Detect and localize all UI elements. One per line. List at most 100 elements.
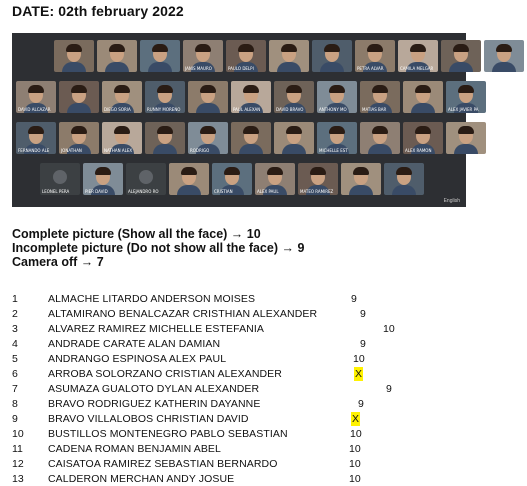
participant-tile[interactable] xyxy=(269,40,309,72)
participant-tile[interactable]: MATIAS BAR xyxy=(360,81,400,113)
student-name: ARROBA SOLORZANO CRISTIAN ALEXANDER xyxy=(48,368,282,380)
participant-tile[interactable]: MATEO RAMIREZ xyxy=(298,163,338,195)
participant-tile[interactable]: CAMILA MELGAR xyxy=(398,40,438,72)
participant-video xyxy=(415,126,431,134)
participant-tile[interactable]: NATHAN ALEX xyxy=(102,122,142,154)
participant-tile[interactable] xyxy=(341,163,381,195)
participant-row: DAVID ALCAZAR DIEGO SORIA RUNNY MORENO PAUL… xyxy=(16,81,486,113)
participant-tile[interactable]: PIER DAVID xyxy=(83,163,123,195)
participant-tile[interactable] xyxy=(446,122,486,154)
legend-incomplete: Incomplete picture (Do not show all the … xyxy=(12,241,305,255)
grading-legend: Complete picture (Show all the face) → 1… xyxy=(12,227,304,269)
participant-tile[interactable]: ALEX JAVIER PA xyxy=(446,81,486,113)
participant-video xyxy=(367,44,383,52)
participant-tile[interactable] xyxy=(54,40,94,72)
participant-tile[interactable]: CRISTIAN xyxy=(212,163,252,195)
participant-tile[interactable] xyxy=(360,122,400,154)
participant-video xyxy=(153,144,177,154)
participant-video xyxy=(224,167,240,175)
participant-tile[interactable]: MICHELLE EST xyxy=(317,122,357,154)
participant-video xyxy=(148,62,172,72)
participant-name: PAULO DELPI xyxy=(228,66,254,71)
participant-tile[interactable]: ANTHONY MO xyxy=(317,81,357,113)
participant-tile[interactable] xyxy=(169,163,209,195)
student-name: ALTAMIRANO BENALCAZAR CRISTHIAN ALEXANDE… xyxy=(48,308,318,320)
participant-tile[interactable]: FERNANDO ALE xyxy=(16,122,56,154)
participant-video xyxy=(415,85,431,93)
student-number: 6 xyxy=(12,368,18,380)
student-row: 3 ALVAREZ RAMIREZ MICHELLE ESTEFANIA 10 xyxy=(12,322,522,336)
participant-video xyxy=(458,85,474,93)
participant-tile[interactable] xyxy=(312,40,352,72)
participant-video xyxy=(28,126,44,134)
student-number: 10 xyxy=(12,428,24,440)
participant-video xyxy=(453,44,469,52)
participant-tile[interactable] xyxy=(403,81,443,113)
student-row: 5 ANDRANGO ESPINOSA ALEX PAUL 10 xyxy=(12,352,522,366)
participant-video xyxy=(239,144,263,154)
participant-video xyxy=(458,126,474,134)
student-name: ANDRADE CARATE ALAN DAMIAN xyxy=(48,338,221,350)
participant-video xyxy=(177,185,201,195)
participant-tile[interactable]: JONATHAN xyxy=(59,122,99,154)
participant-video xyxy=(492,62,516,72)
student-score: 9 xyxy=(358,398,364,410)
participant-tile[interactable] xyxy=(145,122,185,154)
participant-tile[interactable]: RUNNY MORENO xyxy=(145,81,185,113)
student-name: BRAVO RODRIGUEZ KATHERIN DAYANNE xyxy=(48,398,261,410)
student-name: ALMACHE LITARDO ANDERSON MOISES xyxy=(48,293,256,305)
student-number: 4 xyxy=(12,338,18,350)
participant-tile[interactable] xyxy=(188,81,228,113)
student-number: 3 xyxy=(12,323,18,335)
participant-tile[interactable]: DIEGO SORIA xyxy=(102,81,142,113)
participant-tile[interactable] xyxy=(441,40,481,72)
student-score: 10 xyxy=(383,323,395,335)
student-row: 12 CAISATOA RAMIREZ SEBASTIAN BERNARDO 10 xyxy=(12,457,522,471)
participant-tile[interactable] xyxy=(59,81,99,113)
legend-camera-off: Camera off → 7 xyxy=(12,255,104,269)
participant-tile[interactable]: ALEX RAMON xyxy=(403,122,443,154)
participant-tile[interactable]: DAVID BRAVO xyxy=(274,81,314,113)
participant-video xyxy=(28,85,44,93)
caption-language-label: English xyxy=(443,198,460,204)
participant-tile[interactable]: JANIS MAURO xyxy=(183,40,223,72)
participant-row: JANIS MAURO PAULO DELPI PETRA ALVAR CAMILA … xyxy=(54,40,524,72)
student-score: 9 xyxy=(351,293,357,305)
student-row: 9 BRAVO VILLALOBOS CHRISTIAN DAVID X xyxy=(12,412,522,426)
participant-video xyxy=(329,126,345,134)
participant-tile[interactable]: DAVID ALCAZAR xyxy=(16,81,56,113)
participant-tile[interactable] xyxy=(384,163,424,195)
participant-tile[interactable]: PETRA ALVAR xyxy=(355,40,395,72)
student-score: X xyxy=(351,412,361,426)
participant-tile[interactable] xyxy=(231,122,271,154)
participant-tile[interactable] xyxy=(140,40,180,72)
participant-video xyxy=(71,126,87,134)
participant-tile[interactable]: PAULO DELPI xyxy=(226,40,266,72)
participant-video xyxy=(243,126,259,134)
participant-tile[interactable]: LEONEL PERA xyxy=(40,163,80,195)
participant-tile[interactable]: PAUL ALEXAN xyxy=(231,81,271,113)
participant-tile[interactable] xyxy=(484,40,524,72)
participant-row: FERNANDO ALE JONATHAN NATHAN ALEX RODRIGO MI… xyxy=(16,122,486,154)
participant-tile[interactable]: ALEX PAUL xyxy=(255,163,295,195)
participant-tile[interactable] xyxy=(274,122,314,154)
participant-name: JONATHAN xyxy=(61,148,82,153)
participant-video xyxy=(353,167,369,175)
participant-row: LEONEL PERA PIER DAVID ALEJANDRO RO CRISTIA… xyxy=(40,163,424,195)
participant-tile[interactable]: ALEJANDRO RO xyxy=(126,163,166,195)
student-name: CAISATOA RAMIREZ SEBASTIAN BERNARDO xyxy=(48,458,278,470)
participant-video xyxy=(320,62,344,72)
student-name: BUSTILLOS MONTENEGRO PABLO SEBASTIAN xyxy=(48,428,288,440)
participant-name: RUNNY MORENO xyxy=(147,107,181,112)
participant-tile[interactable] xyxy=(97,40,137,72)
participant-tile[interactable]: RODRIGO xyxy=(188,122,228,154)
student-score: 9 xyxy=(360,308,366,320)
student-number: 2 xyxy=(12,308,18,320)
participant-name: DAVID ALCAZAR xyxy=(18,107,51,112)
student-row: 11 CADENA ROMAN BENJAMIN ABEL 10 xyxy=(12,442,522,456)
participant-video xyxy=(372,85,388,93)
participant-video xyxy=(396,167,412,175)
student-score: 10 xyxy=(349,458,361,470)
student-number: 9 xyxy=(12,413,18,425)
student-number: 7 xyxy=(12,383,18,395)
